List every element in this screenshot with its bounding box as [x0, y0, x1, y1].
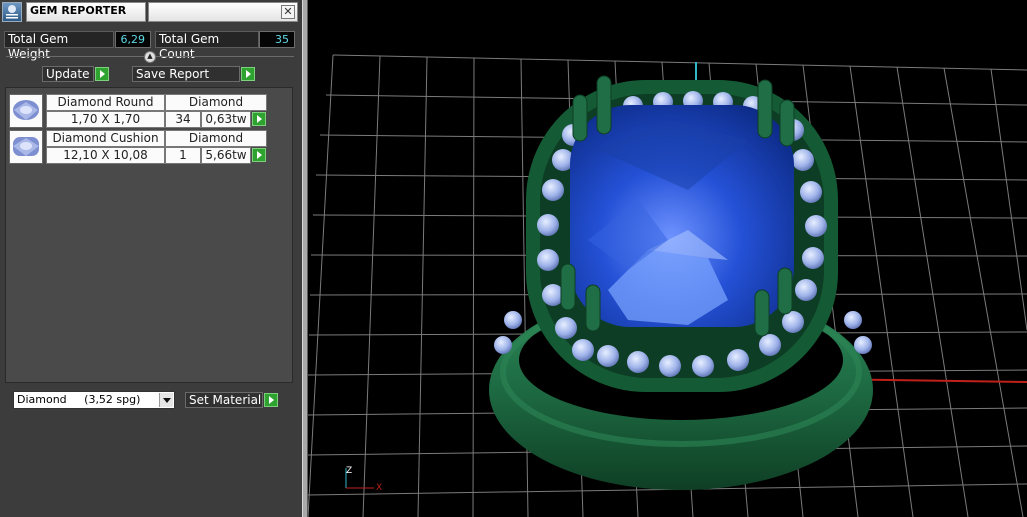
gem-size: 1,70 X 1,70: [46, 111, 165, 128]
gem-count: 1: [165, 147, 201, 164]
axis-z-label: Z: [346, 466, 352, 476]
set-material-play-icon[interactable]: [264, 393, 278, 407]
gem-size: 12,10 X 10,08: [46, 147, 165, 164]
total-gem-weight-value: 6,29: [115, 31, 151, 48]
gem-material: Diamond: [165, 130, 267, 147]
gem-list: Diamond Round Diamond 1,70 X 1,70 34 0,6…: [5, 87, 293, 383]
title-bar-spacer: [148, 2, 298, 22]
title-bar: GEM REPORTER ✕: [0, 0, 300, 24]
gem-select-play-icon[interactable]: [252, 148, 266, 162]
gem-weight: 5,66tw: [201, 147, 251, 164]
ring-scene: Z X: [308, 54, 1027, 517]
chevron-down-icon[interactable]: [159, 393, 173, 407]
gem-reporter-panel: GEM REPORTER ✕ Total Gem Weight 6,29 Tot…: [0, 0, 302, 517]
window-title: GEM REPORTER: [26, 2, 146, 22]
total-gem-count-label: Total Gem Count: [155, 31, 259, 61]
gem-row[interactable]: Diamond Round Diamond 1,70 X 1,70 34 0,6…: [9, 94, 269, 128]
material-select[interactable]: Diamond (3,52 spg): [13, 391, 175, 409]
close-icon[interactable]: ✕: [281, 5, 295, 19]
total-gem-count-value: 35: [259, 31, 295, 48]
gem-reporter-app-icon: [2, 2, 22, 22]
gem-weight: 0,63tw: [201, 111, 251, 128]
round-gem-icon: [9, 94, 43, 128]
total-gem-weight-label: Total Gem Weight: [4, 31, 114, 61]
3d-viewport[interactable]: Z X: [308, 0, 1027, 517]
gem-count: 34: [165, 111, 201, 128]
save-report-button[interactable]: Save Report: [132, 66, 240, 82]
save-report-play-icon[interactable]: [241, 67, 255, 81]
update-play-icon[interactable]: [95, 67, 109, 81]
gem-material: Diamond: [165, 94, 267, 111]
update-button[interactable]: Update: [42, 66, 94, 82]
gem-select-play-icon[interactable]: [252, 112, 266, 126]
set-material-button[interactable]: Set Material: [185, 392, 263, 408]
axis-x-label: X: [376, 483, 382, 493]
gem-name: Diamond Round: [46, 94, 165, 111]
gem-row[interactable]: Diamond Cushion Diamond 12,10 X 10,08 1 …: [9, 130, 269, 164]
material-select-value: Diamond (3,52 spg): [17, 393, 141, 406]
cushion-gem-icon: [9, 130, 43, 164]
collapse-toggle-icon[interactable]: ▲: [144, 51, 156, 63]
gem-name: Diamond Cushion: [46, 130, 165, 147]
